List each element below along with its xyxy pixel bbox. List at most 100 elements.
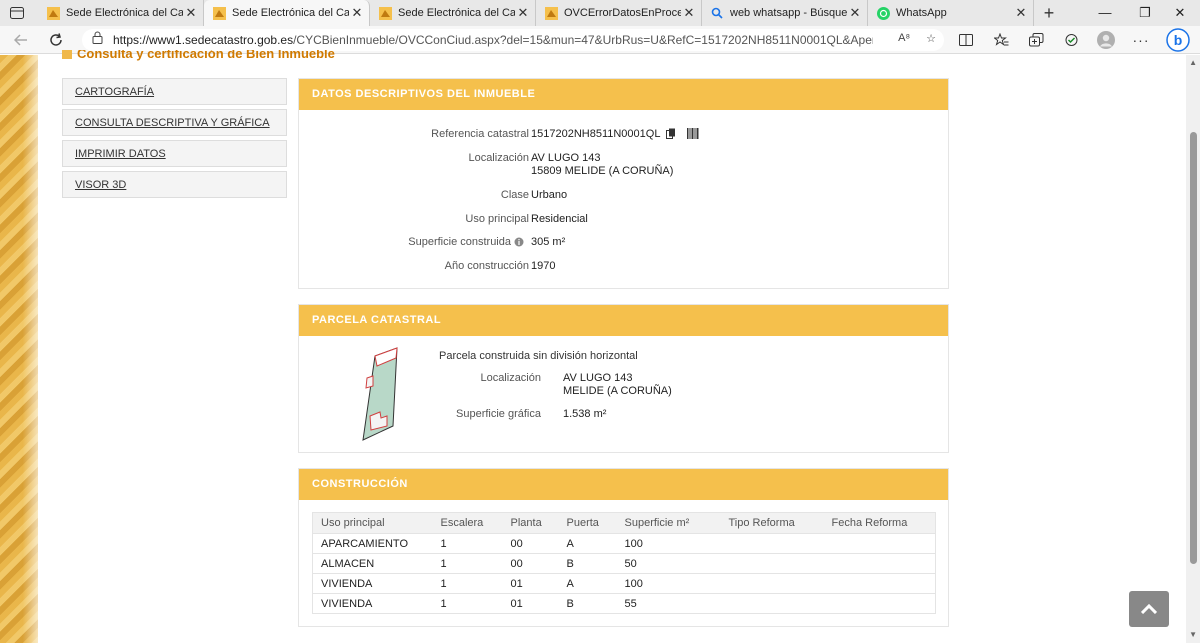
table-cell — [720, 533, 824, 554]
tab-title: Sede Electrónica del Catastro — [398, 7, 515, 19]
field-label: Localización — [480, 372, 541, 384]
field-label: Referencia catastral — [431, 128, 529, 140]
read-aloud-icon[interactable]: A⁸ — [898, 32, 910, 45]
barcode-icon[interactable] — [687, 128, 699, 142]
reload-icon[interactable] — [45, 29, 67, 51]
table-cell: APARCAMIENTO — [312, 533, 433, 554]
whatsapp-favicon-icon — [876, 6, 890, 20]
restore-icon[interactable]: ❐ — [1125, 0, 1165, 26]
lock-icon[interactable] — [92, 31, 103, 49]
column-header: Uso principal — [312, 512, 433, 534]
page-title: Consulta y certificación de Bien Inmuebl… — [77, 50, 335, 61]
new-tab-button[interactable]: + — [1038, 2, 1060, 24]
table-cell: 01 — [502, 593, 559, 614]
column-header: Superficie m² — [616, 512, 721, 534]
parcela-localizacion-line1: AV LUGO 143 — [563, 372, 633, 384]
menu-item-consulta[interactable]: CONSULTA DESCRIPTIVA Y GRÁFICA — [62, 109, 287, 136]
search-favicon-icon — [710, 6, 724, 20]
table-cell: 100 — [616, 573, 721, 594]
address-bar[interactable]: https://www1.sedecatastro.gob.es/CYCBien… — [82, 29, 944, 51]
parcela-superficie-value: 1.538 m² — [563, 408, 607, 420]
parcela-tipo: Parcela construida sin división horizont… — [439, 350, 638, 362]
panel-title: PARCELA CATASTRAL — [299, 305, 948, 336]
close-tab-icon[interactable]: ✕ — [515, 5, 531, 21]
close-tab-icon[interactable]: ✕ — [847, 5, 863, 21]
table-cell: 00 — [502, 553, 559, 574]
parcela-localizacion-line2: MELIDE (A CORUÑA) — [563, 385, 672, 397]
bing-copilot-icon[interactable]: b — [1165, 28, 1191, 52]
minimize-icon[interactable]: — — [1085, 0, 1125, 26]
menu-item-imprimir[interactable]: IMPRIMIR DATOS — [62, 140, 287, 167]
tab-title: web whatsapp - Búsqueda — [730, 7, 847, 19]
table-cell: 1 — [432, 593, 503, 614]
settings-more-icon[interactable]: ··· — [1131, 30, 1151, 50]
browser-tab-5[interactable]: web whatsapp - Búsqueda ✕ — [702, 0, 868, 26]
profile-avatar-icon[interactable] — [1096, 30, 1116, 50]
heading-bullet-icon — [62, 50, 72, 59]
table-row: APARCAMIENTO 1 00 A 100 — [312, 533, 936, 554]
browser-tab-4[interactable]: OVCErrorDatosEnProceso ✕ — [536, 0, 702, 26]
menu-item-visor-3d[interactable]: VISOR 3D — [62, 171, 287, 198]
field-label: Superficie construida — [408, 236, 511, 248]
field-label: Uso principal — [465, 213, 529, 225]
column-header: Planta — [502, 512, 559, 534]
table-cell: 50 — [616, 553, 721, 574]
column-header: Puerta — [558, 512, 617, 534]
table-cell: B — [558, 593, 617, 614]
field-label: Año construcción — [444, 260, 529, 272]
table-cell: B — [558, 553, 617, 574]
close-tab-icon[interactable]: ✕ — [349, 5, 365, 21]
datos-descriptivos-panel: DATOS DESCRIPTIVOS DEL INMUEBLE Referenc… — [298, 78, 949, 289]
favorites-icon[interactable] — [991, 30, 1011, 50]
panel-title: DATOS DESCRIPTIVOS DEL INMUEBLE — [299, 79, 948, 110]
menu-item-cartografia[interactable]: CARTOGRAFÍA — [62, 78, 287, 105]
panel-title: CONSTRUCCIÓN — [299, 469, 948, 500]
close-tab-icon[interactable]: ✕ — [681, 5, 697, 21]
table-cell: 1 — [432, 533, 503, 554]
browser-tab-3[interactable]: Sede Electrónica del Catastro ✕ — [370, 0, 536, 26]
page-heading: Consulta y certificación de Bien Inmuebl… — [62, 50, 335, 63]
copy-icon[interactable] — [666, 128, 676, 142]
parcel-map-thumbnail[interactable] — [355, 346, 409, 444]
column-header: Fecha Reforma — [823, 512, 936, 534]
page-decoration-left — [0, 55, 38, 643]
tab-title: WhatsApp — [896, 7, 947, 19]
url-text: https://www1.sedecatastro.gob.es/CYCBien… — [113, 33, 873, 47]
table-cell: 1 — [432, 553, 503, 574]
scroll-down-icon[interactable]: ▼ — [1189, 630, 1197, 639]
split-screen-icon[interactable] — [956, 30, 976, 50]
table-cell: 00 — [502, 533, 559, 554]
scroll-up-icon[interactable]: ▲ — [1189, 58, 1197, 67]
table-cell: 100 — [616, 533, 721, 554]
info-icon[interactable] — [514, 237, 524, 250]
catastro-favicon-icon — [212, 6, 226, 20]
table-cell: 55 — [616, 593, 721, 614]
browser-tab-1[interactable]: Sede Electrónica del Catastro ✕ — [38, 0, 204, 26]
table-row: ALMACEN 1 00 B 50 — [312, 553, 936, 574]
table-cell — [823, 593, 936, 614]
close-tab-icon[interactable]: ✕ — [1013, 5, 1029, 21]
side-menu: CARTOGRAFÍA CONSULTA DESCRIPTIVA Y GRÁFI… — [62, 78, 287, 202]
localizacion-line2: 15809 MELIDE (A CORUÑA) — [531, 165, 674, 177]
table-cell: A — [558, 533, 617, 554]
close-tab-icon[interactable]: ✕ — [183, 5, 199, 21]
tab-actions-icon[interactable] — [6, 4, 28, 22]
tab-title: Sede Electrónica del Catastro — [66, 7, 183, 19]
favorite-star-icon[interactable]: ☆ — [926, 32, 936, 45]
close-window-icon[interactable]: ✕ — [1160, 0, 1200, 26]
table-cell — [720, 593, 824, 614]
scrollbar-thumb[interactable] — [1190, 132, 1197, 564]
back-icon[interactable] — [10, 29, 32, 51]
table-cell — [720, 573, 824, 594]
collections-icon[interactable] — [1026, 30, 1046, 50]
browser-tab-6[interactable]: WhatsApp ✕ — [868, 0, 1034, 26]
construccion-table: Uso principal Escalera Planta Puerta Sup… — [312, 512, 936, 614]
table-cell: ALMACEN — [312, 553, 433, 574]
browser-tab-2[interactable]: Sede Electrónica del Catastro ✕ — [204, 0, 370, 26]
extension-icon[interactable] — [1061, 30, 1081, 50]
table-cell: VIVIENDA — [312, 573, 433, 594]
table-cell — [823, 553, 936, 574]
field-label: Localización — [468, 152, 529, 164]
referencia-value: 1517202NH8511N0001QL — [531, 128, 661, 140]
scroll-to-top-button[interactable] — [1129, 591, 1169, 627]
